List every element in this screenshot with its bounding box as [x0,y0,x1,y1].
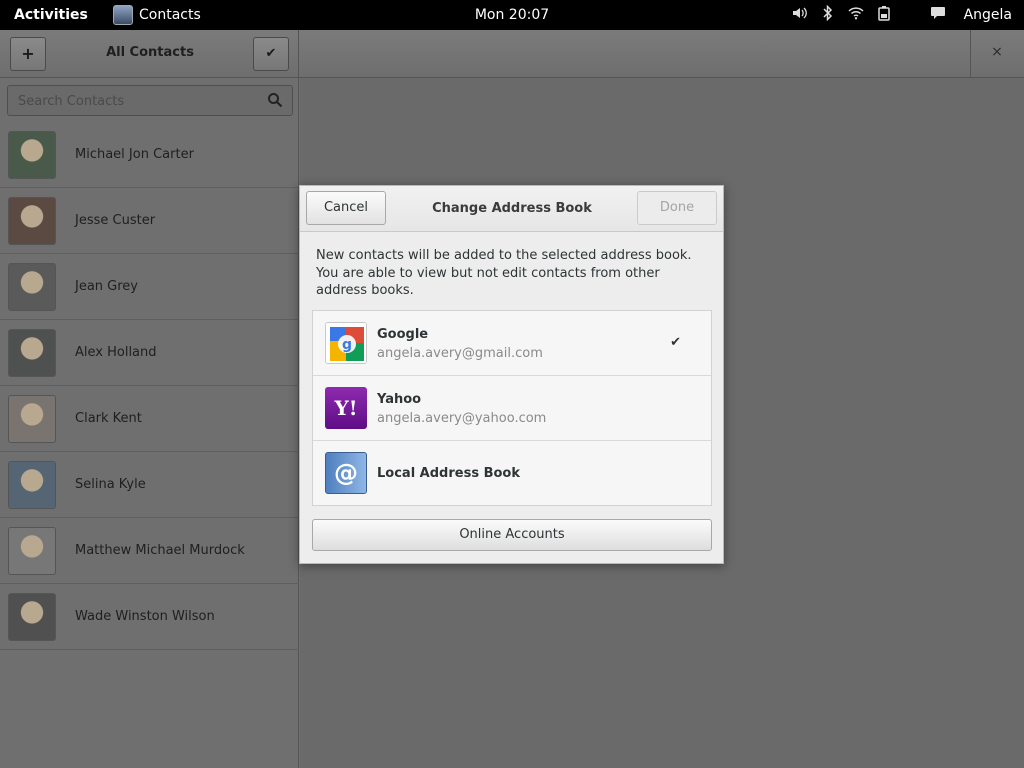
dialog-description: New contacts will be added to the select… [316,248,692,298]
avatar [8,263,56,311]
contact-name: Jesse Custer [75,213,156,228]
user-menu[interactable]: Angela [964,7,1012,23]
avatar [8,329,56,377]
avatar [8,197,56,245]
header-divider [298,30,299,78]
google-icon: g [325,322,367,364]
header-bar: + All Contacts ✔ × [0,30,1024,78]
online-accounts-button[interactable]: Online Accounts [312,519,712,551]
dialog-header: Cancel Change Address Book Done [300,186,723,232]
contact-name: Wade Winston Wilson [75,609,215,624]
contact-row[interactable]: Matthew Michael Murdock [0,518,299,584]
contact-name: Jean Grey [75,279,138,294]
search-box[interactable] [7,85,293,116]
battery-icon[interactable] [876,5,892,25]
dialog-title: Change Address Book [432,201,592,216]
address-book-icon: @ [325,452,367,494]
top-bar: Activities Contacts Mon 20:07 Angela [0,0,1024,30]
account-email: angela.avery@gmail.com [377,346,543,361]
yahoo-icon: Y! [325,387,367,429]
contact-row[interactable]: Michael Jon Carter [0,122,299,188]
bluetooth-icon[interactable] [820,4,836,25]
contacts-app-icon [113,5,133,25]
contact-name: Selina Kyle [75,477,146,492]
account-name: Local Address Book [377,466,520,481]
contact-name: Matthew Michael Murdock [75,543,245,558]
activities-button[interactable]: Activities [14,7,88,23]
contacts-sidebar: Michael Jon Carter Jesse Custer Jean Grey A… [0,78,299,768]
selection-mode-button[interactable]: ✔ [253,37,289,71]
search-icon[interactable] [267,92,283,108]
add-contact-button[interactable]: + [10,37,46,71]
address-book-yahoo[interactable]: Y! Yahoo angela.avery@yahoo.com [313,376,711,441]
contact-row[interactable]: Wade Winston Wilson [0,584,299,650]
avatar [8,527,56,575]
contact-row[interactable]: Alex Holland [0,320,299,386]
app-menu[interactable]: Contacts [113,5,201,25]
avatar [8,461,56,509]
contact-row[interactable]: Jesse Custer [0,188,299,254]
avatar [8,131,56,179]
contact-list: Michael Jon Carter Jesse Custer Jean Grey A… [0,122,299,650]
contact-name: Clark Kent [75,411,142,426]
address-book-google[interactable]: g Google angela.avery@gmail.com ✔ [313,311,711,376]
contact-name: Michael Jon Carter [75,147,194,162]
address-book-local[interactable]: @ Local Address Book [313,441,711,506]
contact-row[interactable]: Selina Kyle [0,452,299,518]
app-name: Contacts [139,7,201,23]
cancel-button[interactable]: Cancel [306,191,386,225]
clock[interactable]: Mon 20:07 [475,7,549,23]
done-button[interactable]: Done [637,191,717,225]
svg-text:g: g [342,337,352,353]
contact-row[interactable]: Jean Grey [0,254,299,320]
avatar [8,593,56,641]
contact-row[interactable]: Clark Kent [0,386,299,452]
account-name: Google [377,327,429,342]
close-window-button[interactable]: × [984,44,1010,64]
account-email: angela.avery@yahoo.com [377,411,547,426]
header-title: All Contacts [106,45,194,60]
search-input[interactable] [18,92,258,110]
status-area[interactable]: Angela [792,4,1012,25]
header-divider [970,30,971,78]
account-name: Yahoo [377,392,422,407]
change-address-book-dialog: Cancel Change Address Book Done New cont… [299,185,724,564]
address-book-list: g Google angela.avery@gmail.com ✔ Y! Yah… [312,310,712,506]
volume-icon[interactable] [792,6,808,24]
contact-name: Alex Holland [75,345,157,360]
avatar [8,395,56,443]
chat-icon[interactable] [930,6,946,24]
wifi-icon[interactable] [848,6,864,24]
check-icon: ✔ [670,335,681,350]
